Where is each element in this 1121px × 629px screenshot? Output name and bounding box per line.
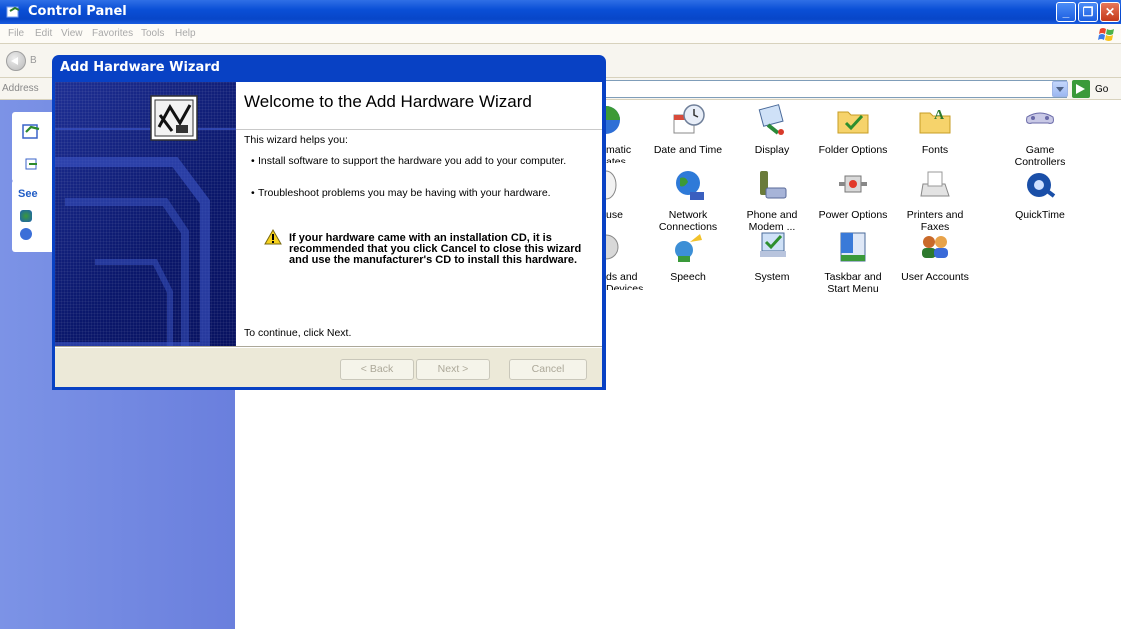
- folder-options-icon: [837, 111, 869, 134]
- wizard-content: Welcome to the Add Hardware Wizard This …: [236, 82, 602, 347]
- menu-edit[interactable]: Edit: [35, 28, 52, 39]
- address-label: Address: [2, 83, 39, 94]
- cp-item-label: ds and Devices: [606, 271, 644, 290]
- power-options-icon: [839, 175, 867, 193]
- cp-item-label: matic ates: [606, 144, 632, 163]
- help-icon[interactable]: [20, 228, 32, 240]
- cp-item-printers-faxes[interactable]: Printers and Faxes: [895, 168, 975, 233]
- cp-item-mouse[interactable]: use: [606, 168, 646, 221]
- clip-region: use: [606, 168, 648, 228]
- cp-item-label: Date and Time: [653, 144, 723, 156]
- window-title: Control Panel: [28, 4, 127, 19]
- back-arrow-icon[interactable]: [6, 51, 26, 71]
- cp-item-label: System: [754, 271, 790, 283]
- cp-item-fonts[interactable]: A Fonts: [895, 103, 975, 156]
- wizard-continue-text: To continue, click Next.: [244, 327, 352, 339]
- taskbar-icon: [840, 232, 866, 262]
- cp-item-label: Power Options: [818, 209, 888, 221]
- menu-help[interactable]: Help: [175, 28, 196, 39]
- control-panel-icon: [22, 124, 40, 139]
- sounds-devices-icon: [606, 234, 619, 260]
- cp-item-user-accounts[interactable]: User Accounts: [895, 230, 975, 283]
- user-accounts-icon: [922, 236, 948, 258]
- wizard-title[interactable]: Add Hardware Wizard: [60, 60, 220, 75]
- menu-tools[interactable]: Tools: [141, 28, 164, 39]
- maximize-button[interactable]: ❐: [1078, 2, 1098, 22]
- wizard-heading: Welcome to the Add Hardware Wizard: [244, 92, 532, 111]
- close-button[interactable]: ✕: [1100, 2, 1120, 22]
- cp-item-sounds-devices[interactable]: ds and Devices: [606, 230, 646, 290]
- speech-icon: [675, 234, 702, 262]
- phone-modem-icon: [760, 171, 787, 199]
- cp-item-power-options[interactable]: Power Options: [813, 168, 893, 221]
- cp-item-network-connections[interactable]: Network Connections: [648, 168, 728, 233]
- hardware-wizard-icon: [150, 95, 198, 141]
- cp-item-quicktime[interactable]: QuickTime: [1000, 168, 1080, 221]
- menu-view[interactable]: View: [61, 28, 83, 39]
- clip-region: ds and Devices: [606, 230, 648, 290]
- cp-item-label: Folder Options: [818, 144, 888, 156]
- wizard-button-row: < Back Next > Cancel: [55, 347, 602, 387]
- address-input[interactable]: [605, 80, 1067, 98]
- network-globe-icon: [676, 171, 704, 200]
- cp-item-label: Fonts: [921, 144, 949, 156]
- go-arrow-icon[interactable]: [1072, 80, 1090, 98]
- wizard-intro: This wizard helps you:: [244, 134, 348, 146]
- wizard-side-banner: [55, 82, 236, 347]
- back-label[interactable]: B: [30, 55, 37, 66]
- clip-region: matic ates: [606, 103, 648, 163]
- cp-item-label: User Accounts: [901, 271, 969, 283]
- menu-bar: File Edit View Favorites Tools Help: [0, 24, 1121, 44]
- see-also-label: See: [18, 188, 38, 200]
- windows-update-icon[interactable]: [20, 210, 32, 222]
- fonts-folder-icon: A: [919, 108, 951, 134]
- cp-item-label: QuickTime: [1015, 209, 1065, 221]
- address-dropdown-icon[interactable]: [1052, 81, 1068, 97]
- cp-item-folder-options[interactable]: Folder Options: [813, 103, 893, 156]
- control-panel-icon: [6, 6, 20, 18]
- go-label[interactable]: Go: [1095, 84, 1108, 95]
- quicktime-icon: [1027, 173, 1056, 198]
- cp-item-label: Taskbar and Start Menu: [824, 271, 882, 295]
- cp-item-system[interactable]: System: [732, 230, 812, 283]
- cp-item-label: Display: [754, 144, 790, 156]
- cp-item-date-time[interactable]: Date and Time: [648, 103, 728, 156]
- warning-icon: [264, 229, 282, 245]
- next-button[interactable]: Next >: [416, 359, 490, 380]
- cp-item-phone-modem[interactable]: Phone and Modem ...: [732, 168, 812, 233]
- windows-logo-icon: [1098, 28, 1114, 41]
- cp-item-label: Speech: [670, 271, 706, 283]
- wizard-body: Welcome to the Add Hardware Wizard This …: [55, 82, 602, 387]
- cancel-button[interactable]: Cancel: [509, 359, 587, 380]
- cp-item-taskbar-start-menu[interactable]: Taskbar and Start Menu: [813, 230, 893, 295]
- system-icon: [760, 232, 786, 257]
- mouse-icon: [606, 170, 617, 200]
- hardware-banner-graphic: [55, 128, 236, 347]
- divider: [236, 129, 602, 130]
- minimize-button[interactable]: _: [1056, 2, 1076, 22]
- cp-item-label: use: [606, 209, 623, 221]
- cp-item-label: Game Controllers: [1014, 144, 1066, 168]
- cp-item-automatic-updates[interactable]: matic ates: [606, 103, 646, 163]
- add-hardware-wizard-dialog[interactable]: Add Hardware Wizard Welcome to the Add H…: [52, 55, 606, 390]
- window-titlebar[interactable]: Control Panel _ ❐ ✕: [0, 0, 1121, 24]
- wizard-warning-text: If your hardware came with an installati…: [289, 232, 582, 266]
- back-button[interactable]: < Back: [340, 359, 414, 380]
- menu-favorites[interactable]: Favorites: [92, 28, 133, 39]
- automatic-updates-icon: [606, 106, 620, 134]
- switch-view-icon[interactable]: [25, 157, 39, 171]
- cp-item-speech[interactable]: Speech: [648, 230, 728, 283]
- display-icon: [758, 104, 784, 135]
- printer-icon: [920, 171, 950, 197]
- cp-item-game-controllers[interactable]: Game Controllers: [1000, 103, 1080, 168]
- svg-text:A: A: [934, 108, 945, 123]
- game-controller-icon: [1026, 112, 1054, 124]
- menu-file[interactable]: File: [8, 28, 24, 39]
- cp-item-display[interactable]: Display: [732, 103, 812, 156]
- date-time-icon: [673, 104, 705, 134]
- wizard-bullet-install: Install software to support the hardware…: [251, 155, 578, 167]
- wizard-bullet-troubleshoot: Troubleshoot problems you may be having …: [251, 187, 578, 199]
